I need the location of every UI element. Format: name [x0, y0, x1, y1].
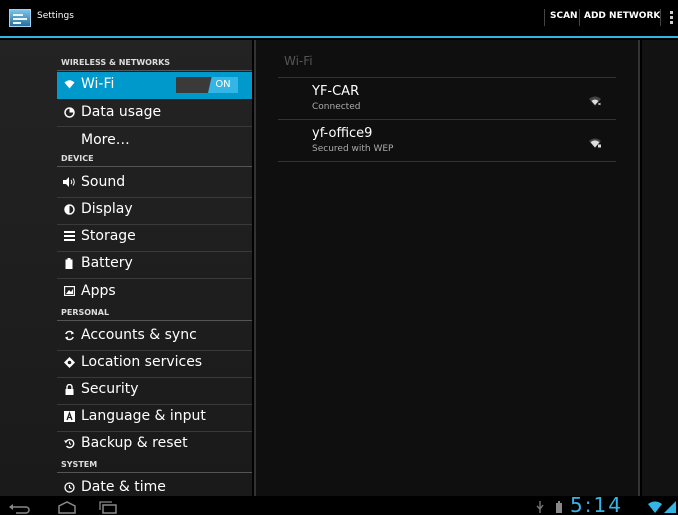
wifi-toggle[interactable]: ON [176, 77, 238, 93]
nav-label: Wi-Fi [81, 76, 115, 92]
action-divider [544, 9, 545, 26]
usb-icon [535, 499, 545, 513]
nav-item-accounts-sync[interactable]: Accounts & sync [57, 323, 252, 350]
action-divider [579, 9, 580, 26]
toggle-off-track [176, 77, 212, 93]
nav-label: Location services [81, 354, 203, 370]
nav-item-apps[interactable]: Apps [57, 279, 252, 306]
network-divider [278, 161, 616, 162]
nav-label: Storage [81, 228, 136, 244]
overflow-menu-icon[interactable] [670, 11, 673, 25]
nav-label: Battery [81, 255, 133, 271]
icon-bar [13, 22, 21, 24]
system-bar: 5:14 [0, 493, 678, 515]
network-status: Connected [312, 102, 361, 112]
action-bar: Settings SCAN ADD NETWORK [0, 0, 678, 38]
section-device: DEVICE [57, 154, 252, 167]
signal-status-icon [664, 499, 678, 513]
wifi-signal-icon [588, 134, 602, 148]
brightness-icon [63, 204, 75, 218]
settings-app-icon[interactable] [9, 9, 31, 27]
home-icon[interactable] [56, 499, 78, 514]
network-item[interactable]: YF-CAR Connected [278, 78, 616, 120]
speaker-icon [63, 177, 75, 190]
network-status: Secured with WEP [312, 144, 394, 154]
nav-item-language-input[interactable]: Language & input [57, 404, 252, 431]
nav-item-data-usage[interactable]: Data usage [57, 100, 252, 127]
clock-icon [63, 482, 75, 496]
section-system: SYSTEM [57, 460, 252, 473]
add-network-button[interactable]: ADD NETWORK [584, 11, 660, 21]
toggle-on-label: ON [208, 77, 238, 93]
apps-icon [63, 285, 75, 299]
nav-item-security[interactable]: Security [57, 377, 252, 404]
icon-bar [13, 18, 27, 20]
app-title: Settings [37, 11, 74, 21]
data-usage-icon [63, 107, 75, 121]
nav-item-display[interactable]: Display [57, 197, 252, 224]
section-personal: PERSONAL [57, 308, 252, 321]
nav-label: Sound [81, 174, 126, 190]
nav-label: Language & input [81, 408, 206, 424]
nav-item-wifi[interactable]: Wi-Fi ON [57, 72, 252, 99]
network-item[interactable]: yf-office9 Secured with WEP [278, 120, 616, 162]
network-name: yf-office9 [312, 126, 373, 141]
section-wireless: WIRELESS & NETWORKS [57, 58, 252, 71]
nav-divider [57, 126, 252, 127]
sync-icon [63, 330, 75, 344]
wifi-details-pane: Wi-Fi YF-CAR Connected yf-office9 Secure… [254, 40, 640, 496]
lock-icon [63, 383, 75, 398]
nav-item-backup-reset[interactable]: Backup & reset [57, 431, 252, 458]
nav-label: Data usage [81, 104, 162, 120]
battery-status-icon [555, 499, 563, 513]
location-icon [63, 357, 75, 371]
recent-apps-icon[interactable] [98, 499, 118, 514]
action-divider [660, 9, 661, 26]
nav-item-storage[interactable]: Storage [57, 224, 252, 251]
nav-label: Backup & reset [81, 435, 188, 451]
network-name: YF-CAR [312, 84, 360, 99]
nav-label: Security [81, 381, 139, 397]
backup-icon [63, 438, 75, 452]
nav-item-location-services[interactable]: Location services [57, 350, 252, 377]
settings-nav-pane: WIRELESS & NETWORKS Wi-Fi ON Data usage … [0, 40, 252, 496]
nav-label: Display [81, 201, 133, 217]
pane-title: Wi-Fi [284, 54, 313, 68]
right-edge-panel [642, 40, 678, 496]
nav-label: Accounts & sync [81, 327, 197, 343]
icon-bar [13, 14, 23, 16]
nav-item-sound[interactable]: Sound [57, 170, 252, 197]
battery-icon [63, 258, 75, 272]
nav-label: Apps [81, 283, 116, 299]
scan-button[interactable]: SCAN [550, 11, 578, 21]
language-icon [63, 411, 75, 425]
wifi-signal-icon [588, 92, 602, 106]
clock-time: 5:14 [570, 493, 623, 515]
nav-item-battery[interactable]: Battery [57, 251, 252, 278]
nav-label: More… [81, 132, 130, 148]
nav-label: Date & time [81, 479, 166, 495]
nav-item-more[interactable]: More… [57, 128, 252, 155]
storage-icon [63, 231, 75, 244]
back-icon[interactable] [8, 499, 32, 514]
wifi-icon [63, 79, 75, 92]
wifi-status-icon [648, 499, 662, 513]
